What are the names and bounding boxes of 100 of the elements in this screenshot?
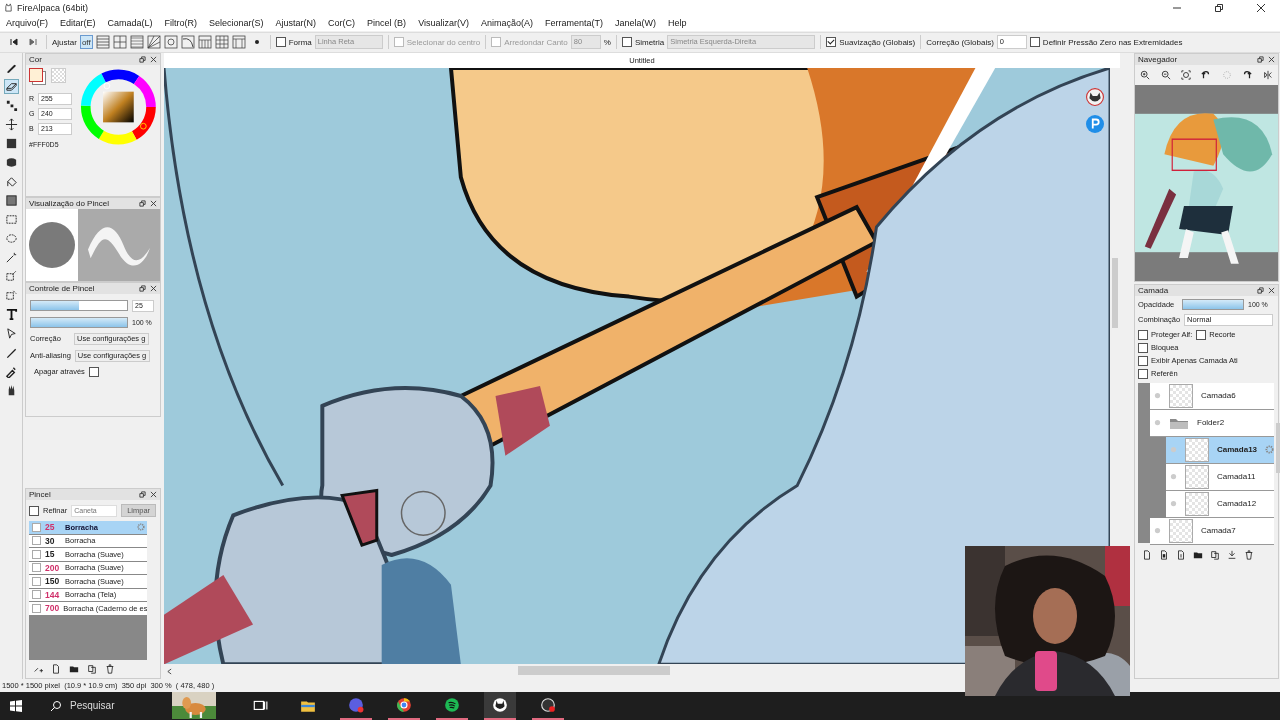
float-icon[interactable]: [139, 491, 146, 499]
close-icon[interactable]: [150, 491, 157, 499]
menu-item[interactable]: Help: [668, 18, 687, 29]
menu-item[interactable]: Cor(C): [328, 18, 356, 29]
move-icon[interactable]: [4, 117, 18, 131]
snap-icon[interactable]: [112, 35, 127, 50]
trash-icon[interactable]: [105, 664, 115, 675]
checkbox[interactable]: [1196, 329, 1207, 340]
fit-icon[interactable]: [1181, 69, 1192, 80]
alpaca-icon[interactable]: [484, 692, 516, 720]
checkbox[interactable]: [1138, 368, 1148, 379]
lasso-icon[interactable]: [4, 231, 18, 245]
float-icon[interactable]: [1257, 286, 1264, 294]
color-wheel[interactable]: [80, 67, 157, 146]
checkbox[interactable]: [491, 37, 502, 48]
float-icon[interactable]: [139, 55, 146, 63]
menu-item[interactable]: Camada(L): [107, 18, 153, 29]
next-icon[interactable]: [28, 37, 38, 48]
select-pen-icon[interactable]: [4, 269, 18, 283]
checkbox[interactable]: [621, 37, 632, 48]
snap-icon[interactable]: [197, 35, 212, 50]
new-layer-icon[interactable]: [1176, 549, 1186, 560]
snap-icon[interactable]: [214, 35, 229, 50]
zoom-in-icon[interactable]: [1140, 69, 1151, 80]
layer-item[interactable]: Camada11: [1166, 463, 1275, 491]
duplicate-icon[interactable]: [1210, 549, 1220, 560]
select-icon[interactable]: [4, 212, 18, 226]
menu-item[interactable]: Ferramenta(T): [545, 18, 604, 29]
snap-icon[interactable]: [231, 35, 246, 50]
layer-item[interactable]: Folder2: [1150, 409, 1275, 437]
menu-item[interactable]: Janela(W): [615, 18, 657, 29]
foreground-color-swatch[interactable]: [29, 67, 43, 82]
snap-icon[interactable]: [146, 35, 161, 50]
transparent-color-swatch[interactable]: [51, 67, 66, 83]
vertical-scrollbar[interactable]: [1112, 257, 1118, 328]
close-icon[interactable]: [1268, 286, 1275, 294]
checkbox[interactable]: [393, 37, 404, 48]
previous-icon[interactable]: [9, 37, 19, 48]
scroll-left-icon[interactable]: [167, 668, 172, 676]
close-icon[interactable]: [150, 284, 157, 292]
zoom-out-icon[interactable]: [1160, 69, 1171, 80]
pointer-icon[interactable]: [4, 326, 18, 340]
horizontal-scrollbar[interactable]: [518, 666, 670, 676]
fill-rect-icon[interactable]: [4, 136, 18, 150]
snap-icon[interactable]: [163, 35, 178, 50]
menu-item[interactable]: Selecionar(S): [209, 18, 264, 29]
snap-icon[interactable]: [95, 35, 110, 50]
bucket-icon[interactable]: [4, 174, 18, 188]
new-layer-icon[interactable]: [1142, 549, 1152, 560]
checkbox[interactable]: [275, 37, 286, 48]
windows-start-icon[interactable]: [10, 700, 22, 712]
close-icon[interactable]: [150, 199, 157, 207]
new-file-icon[interactable]: [51, 664, 61, 675]
rotate-left-icon[interactable]: [1201, 69, 1212, 80]
menu-item[interactable]: Filtro(R): [164, 18, 198, 29]
float-icon[interactable]: [139, 199, 146, 207]
checkbox[interactable]: [88, 366, 99, 377]
folder-icon[interactable]: [69, 664, 79, 675]
gradient-icon[interactable]: [4, 193, 18, 207]
new-layer-icon[interactable]: [1159, 549, 1169, 560]
close-icon[interactable]: [1256, 2, 1266, 13]
gear-icon[interactable]: [1265, 445, 1275, 455]
menu-item[interactable]: Editar(E): [60, 18, 96, 29]
checkbox[interactable]: [826, 37, 837, 48]
snap-icon[interactable]: [180, 35, 195, 50]
menu-item[interactable]: Visualizar(V): [418, 18, 469, 29]
magic-wand-icon[interactable]: [4, 250, 18, 264]
restore-icon[interactable]: [1214, 2, 1224, 13]
trash-icon[interactable]: [1244, 549, 1254, 560]
rotate-right-icon[interactable]: [1242, 69, 1253, 80]
merge-down-icon[interactable]: [1227, 549, 1237, 560]
close-icon[interactable]: [1268, 55, 1275, 63]
checkbox[interactable]: [1138, 355, 1148, 366]
float-icon[interactable]: [1257, 55, 1264, 63]
float-icon[interactable]: [139, 284, 146, 292]
text-icon[interactable]: [4, 307, 18, 321]
correction-label: Correção (Globais): [926, 37, 994, 47]
size-slider[interactable]: [30, 300, 128, 312]
opacity-slider[interactable]: [30, 316, 128, 328]
checkbox[interactable]: [1138, 329, 1148, 340]
close-icon[interactable]: [150, 55, 157, 63]
duplicate-icon[interactable]: [87, 664, 97, 675]
layer-name: Camada6: [1201, 391, 1236, 401]
menu-item[interactable]: Ajustar(N): [275, 18, 317, 29]
menu-item[interactable]: Animação(A): [481, 18, 533, 29]
eraser-icon[interactable]: [4, 79, 18, 93]
snap-icon[interactable]: [129, 35, 144, 50]
checkbox[interactable]: [29, 505, 39, 516]
menu-item[interactable]: Arquivo(F): [6, 18, 48, 29]
layer-item[interactable]: Camada12: [1166, 490, 1275, 518]
checkbox[interactable]: [1138, 342, 1148, 353]
layer-item[interactable]: Camada7: [1150, 517, 1275, 545]
layer-item[interactable]: Camada13: [1166, 436, 1275, 464]
snap-off-button[interactable]: off: [79, 35, 93, 50]
flip-icon[interactable]: [1262, 69, 1273, 80]
select-eraser-icon[interactable]: [4, 288, 18, 302]
menu-item[interactable]: Pincel (B): [367, 18, 407, 29]
layer-item[interactable]: Camada6: [1150, 382, 1275, 410]
checkbox[interactable]: [1029, 37, 1040, 48]
layer-opacity-slider[interactable]: [1182, 298, 1244, 310]
